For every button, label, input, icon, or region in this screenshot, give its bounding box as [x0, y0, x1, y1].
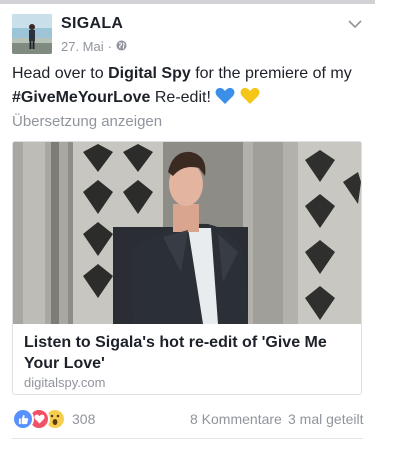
hashtag-link[interactable]: #GiveMeYourLove	[12, 89, 150, 106]
link-preview-card[interactable]: Listen to Sigala's hot re-edit of 'Give …	[12, 141, 362, 395]
like-icon	[12, 408, 34, 430]
shares-count[interactable]: 3 mal geteilt	[288, 411, 363, 427]
avatar[interactable]	[12, 14, 52, 54]
post-text: Head over to Digital Spy for the premier…	[12, 62, 368, 113]
link-preview-image[interactable]	[13, 142, 361, 324]
chevron-down-icon[interactable]	[347, 16, 363, 32]
footer-divider	[12, 438, 363, 439]
post-text-suffix: Re-edit!	[150, 89, 216, 106]
globe-icon	[116, 39, 127, 54]
see-translation-link[interactable]: Übersetzung anzeigen	[12, 113, 162, 130]
post-meta: 27. Mai ·	[61, 39, 127, 54]
meta-separator: ·	[107, 39, 112, 54]
post-author[interactable]: SIGALA	[61, 15, 123, 33]
comments-count[interactable]: 8 Kommentare	[190, 411, 282, 427]
post-text-prefix: Head over to	[12, 65, 109, 82]
reaction-count[interactable]: 308	[72, 411, 95, 427]
link-preview-title[interactable]: Listen to Sigala's hot re-edit of 'Give …	[24, 332, 354, 374]
link-preview-domain: digitalspy.com	[24, 375, 106, 390]
page-mention-link[interactable]: Digital Spy	[108, 65, 191, 82]
post-text-middle: for the premiere of my	[190, 65, 352, 82]
reactions-summary[interactable]: 308	[12, 408, 95, 430]
top-divider	[0, 0, 375, 4]
yellow-heart-icon	[240, 87, 260, 113]
blue-heart-icon	[215, 87, 235, 113]
post-date[interactable]: 27. Mai	[61, 39, 104, 54]
